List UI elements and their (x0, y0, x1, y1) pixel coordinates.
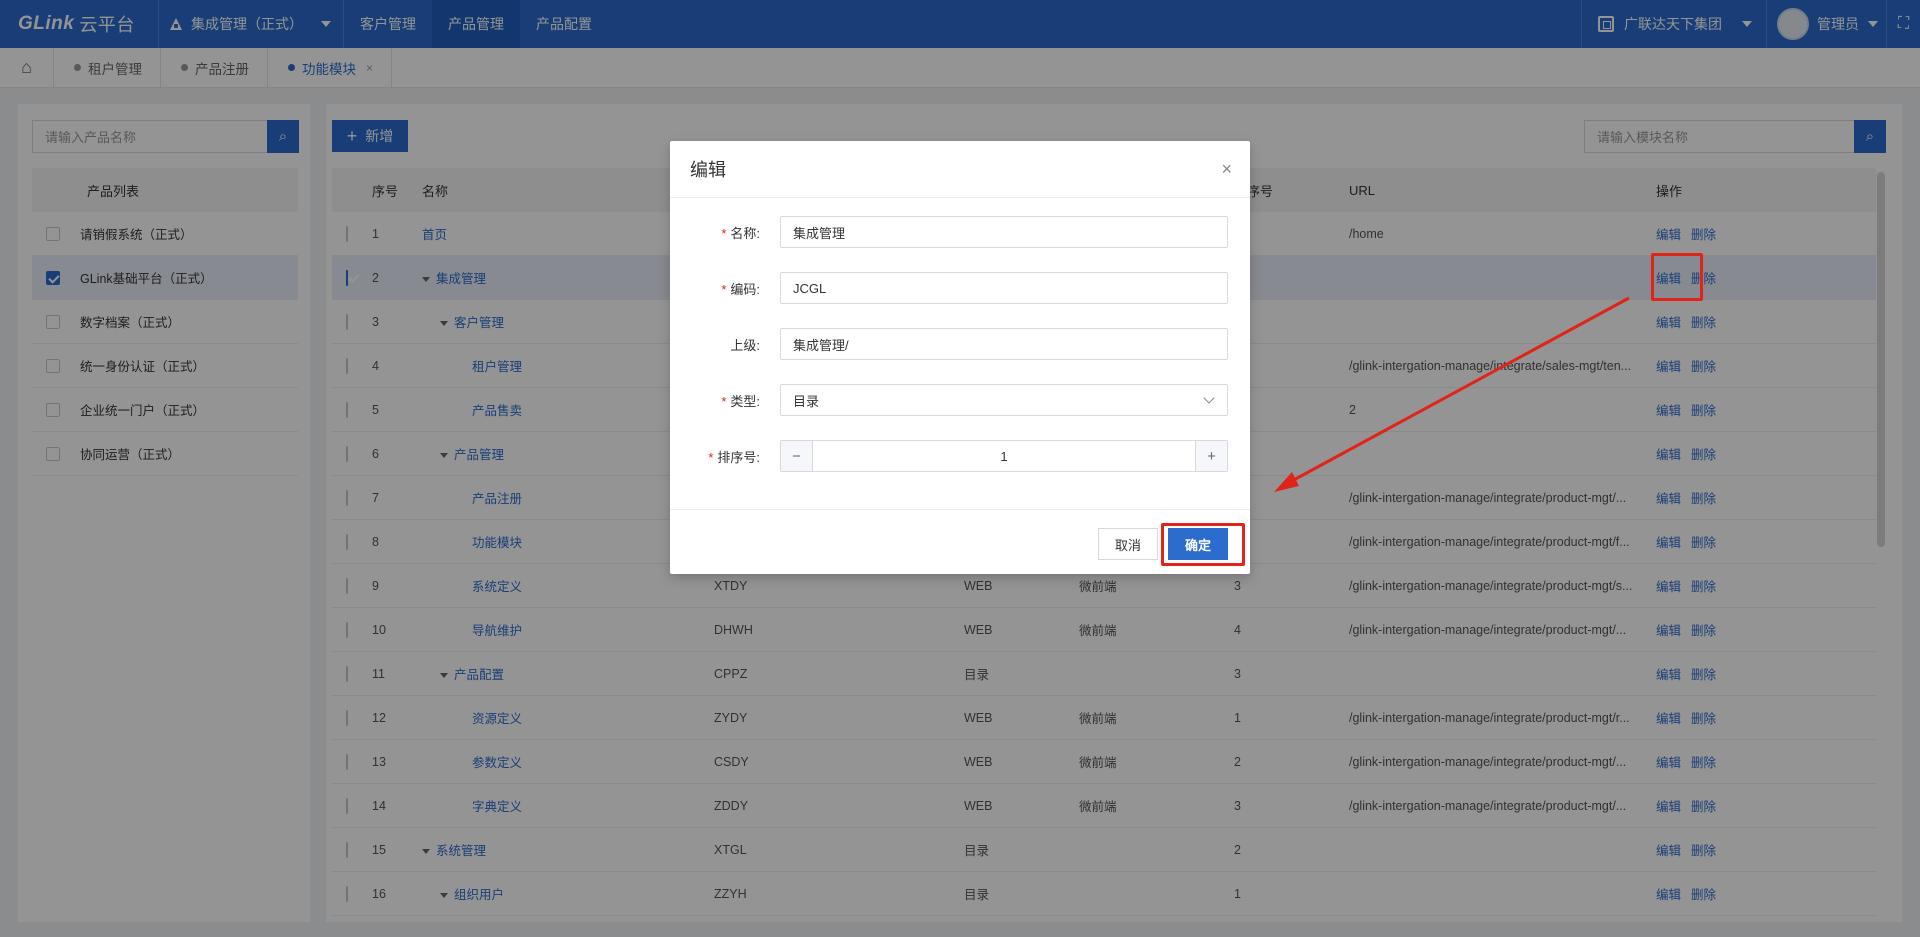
form-row-parent: 上级: 集成管理/ (670, 327, 1250, 361)
form-label: * 编码: (670, 279, 770, 298)
chevron-down-icon (1203, 392, 1215, 404)
form-row-code: * 编码: JCGL (670, 271, 1250, 305)
code-field[interactable]: JCGL (780, 272, 1228, 304)
form-row-type: * 类型: 目录 (670, 383, 1250, 417)
form-label: 上级: (730, 337, 760, 353)
modal-title: 编辑 (690, 160, 726, 180)
plus-icon[interactable]: + (1195, 441, 1227, 471)
highlight-box-ok (1161, 523, 1245, 566)
form-label: * 排序号: (670, 447, 770, 466)
sort-value[interactable]: 1 (813, 449, 1195, 464)
required-mark: * (721, 393, 727, 409)
required-mark: * (721, 281, 727, 297)
label-text: 名称: (730, 225, 760, 241)
form-label: * 名称: (670, 223, 770, 242)
label-text: 类型: (730, 393, 760, 409)
cancel-button[interactable]: 取消 (1098, 528, 1158, 560)
edit-modal: 编辑 × * 名称: 集成管理 * 编码: JCGL 上级: 集成管理/ * 类型: … (670, 141, 1250, 574)
parent-field[interactable]: 集成管理/ (780, 328, 1228, 360)
form-row-sort: * 排序号: − 1 + (670, 439, 1250, 473)
sort-stepper: − 1 + (780, 440, 1228, 472)
type-select-value: 目录 (793, 393, 820, 409)
minus-icon[interactable]: − (781, 441, 813, 471)
close-icon[interactable]: × (1221, 159, 1232, 180)
form-label: * 类型: (670, 391, 770, 410)
required-mark: * (721, 225, 727, 241)
label-text: 排序号: (717, 449, 760, 465)
form-row-name: * 名称: 集成管理 (670, 215, 1250, 249)
label-text: 编码: (730, 281, 760, 297)
name-field[interactable]: 集成管理 (780, 216, 1228, 248)
required-mark: * (708, 449, 714, 465)
modal-header: 编辑 × (670, 141, 1250, 198)
highlight-box-edit (1651, 253, 1703, 301)
type-select[interactable]: 目录 (780, 384, 1228, 416)
